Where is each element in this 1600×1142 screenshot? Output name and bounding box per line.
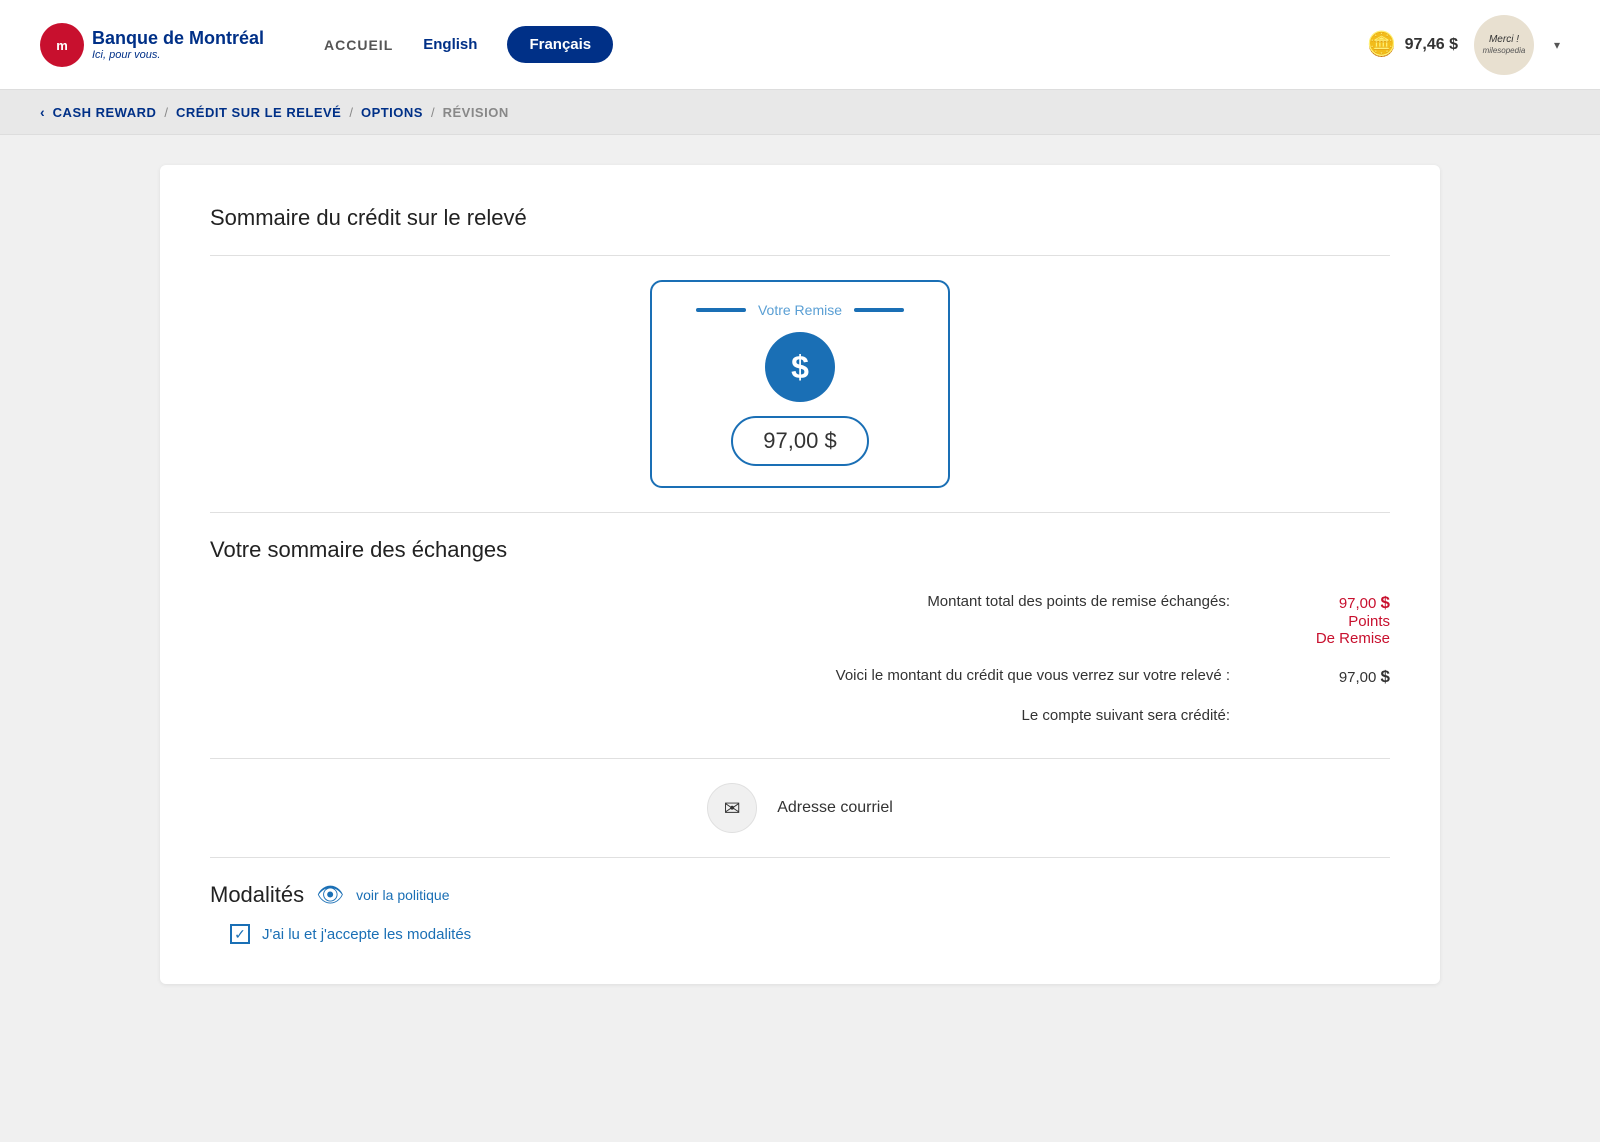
summary-value-1: 97,00 $ PointsDe Remise: [1250, 593, 1390, 647]
breadcrumb-back-arrow[interactable]: ‹: [40, 104, 45, 120]
voucher-line-left: [696, 308, 746, 312]
dollar-sign-2: $: [1381, 667, 1390, 686]
main-content: Sommaire du crédit sur le relevé Votre R…: [0, 135, 1600, 1014]
modalites-header: Modalités 👁 voir la politique: [210, 882, 1390, 908]
voucher-coin: $: [765, 332, 835, 402]
user-avatar[interactable]: Merci ! milesopedia: [1474, 15, 1534, 75]
divider-1: [210, 255, 1390, 256]
summary-row-3: Le compte suivant sera crédité:: [210, 697, 1390, 734]
voucher-dollar-symbol: $: [791, 349, 809, 386]
svg-text:m: m: [56, 38, 68, 53]
nav-english-link[interactable]: English: [423, 36, 477, 53]
balance-amount: 97,46 $: [1405, 36, 1458, 54]
breadcrumb-sep-2: /: [349, 105, 353, 120]
breadcrumb-options[interactable]: OPTIONS: [361, 105, 423, 120]
breadcrumb: ‹ CASH REWARD / CRÉDIT SUR LE RELEVÉ / O…: [0, 90, 1600, 135]
voir-politique-link[interactable]: voir la politique: [356, 887, 449, 903]
bmo-logo: m Banque de Montréal Ici, pour vous.: [40, 23, 264, 67]
user-dropdown-arrow[interactable]: ▾: [1554, 38, 1560, 52]
accept-checkbox[interactable]: ✓: [230, 924, 250, 944]
breadcrumb-cash-reward[interactable]: CASH REWARD: [53, 105, 157, 120]
divider-3: [210, 758, 1390, 759]
modalites-title: Modalités: [210, 882, 304, 908]
checkbox-row: ✓ J'ai lu et j'accepte les modalités: [210, 924, 1390, 944]
modalites-section: Modalités 👁 voir la politique ✓ J'ai lu …: [210, 882, 1390, 944]
checkbox-label[interactable]: J'ai lu et j'accepte les modalités: [262, 926, 471, 943]
nav-francais-button[interactable]: Français: [507, 26, 613, 63]
summary-label-1: Montant total des points de remise échan…: [730, 593, 1230, 610]
voucher-card: Votre Remise $ 97,00 $: [650, 280, 950, 488]
bmo-text: Banque de Montréal Ici, pour vous.: [92, 28, 264, 62]
nav-accueil-link[interactable]: ACCUEIL: [324, 37, 393, 53]
account-label: Adresse courriel: [777, 799, 893, 817]
breadcrumb-credit-releve[interactable]: CRÉDIT SUR LE RELEVÉ: [176, 105, 341, 120]
card-title: Sommaire du crédit sur le relevé: [210, 205, 1390, 231]
summary-value-2: 97,00 $: [1250, 667, 1390, 687]
summary-label-3: Le compte suivant sera crédité:: [730, 707, 1230, 724]
header-nav: ACCUEIL English Français: [324, 26, 613, 63]
dollar-sign-1: $: [1381, 593, 1390, 612]
main-card: Sommaire du crédit sur le relevé Votre R…: [160, 165, 1440, 984]
breadcrumb-sep-3: /: [431, 105, 435, 120]
summary-label-2: Voici le montant du crédit que vous verr…: [730, 667, 1230, 684]
user-merci-text: Merci !: [1489, 34, 1519, 46]
summary-row-1: Montant total des points de remise échan…: [210, 583, 1390, 657]
email-icon: ✉: [724, 796, 741, 821]
breadcrumb-sep-1: /: [164, 105, 168, 120]
breadcrumb-revision: RÉVISION: [443, 105, 509, 120]
eye-icon: 👁: [316, 882, 344, 908]
points-balance: 🪙 97,46 $: [1367, 30, 1458, 59]
voucher-header: Votre Remise: [682, 302, 918, 318]
summary-title: Votre sommaire des échanges: [210, 537, 1390, 563]
summary-row-2: Voici le montant du crédit que vous verr…: [210, 657, 1390, 697]
bmo-tagline: Ici, pour vous.: [92, 49, 264, 61]
voucher-label: Votre Remise: [758, 302, 842, 318]
header-right: 🪙 97,46 $ Merci ! milesopedia ▾: [1367, 15, 1560, 75]
summary-section: Votre sommaire des échanges Montant tota…: [210, 537, 1390, 833]
points-label: PointsDe Remise: [1250, 613, 1390, 647]
account-section: ✉ Adresse courriel: [210, 783, 1390, 833]
user-name-text: milesopedia: [1483, 46, 1526, 56]
coins-icon: 🪙: [1367, 30, 1397, 59]
voucher-line-right: [854, 308, 904, 312]
divider-2: [210, 512, 1390, 513]
voucher-amount: 97,00 $: [731, 416, 868, 466]
voucher-container: Votre Remise $ 97,00 $: [210, 280, 1390, 488]
header: m Banque de Montréal Ici, pour vous. ACC…: [0, 0, 1600, 90]
bmo-circle-logo: m: [40, 23, 84, 67]
bmo-bank-name: Banque de Montréal: [92, 28, 264, 50]
divider-4: [210, 857, 1390, 858]
email-icon-circle: ✉: [707, 783, 757, 833]
header-left: m Banque de Montréal Ici, pour vous. ACC…: [40, 23, 613, 67]
